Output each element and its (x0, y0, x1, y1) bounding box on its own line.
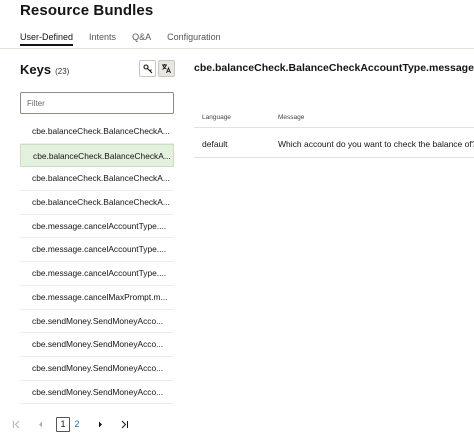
create-key-button[interactable] (139, 60, 156, 77)
key-list: cbe.balanceCheck.BalanceCheckA... cbe.ba… (20, 120, 174, 405)
tab-configuration[interactable]: Configuration (167, 30, 221, 46)
key-list-item[interactable]: cbe.balanceCheck.BalanceCheckA... (20, 120, 174, 144)
tab-bar: User-Defined Intents Q&A Configuration (20, 30, 221, 50)
key-list-item[interactable]: cbe.sendMoney.SendMoneyAcco... (20, 381, 174, 405)
detail-title: cbe.balanceCheck.BalanceCheckAccountType… (194, 62, 474, 74)
keys-title: Keys (20, 62, 52, 77)
key-list-item[interactable]: cbe.message.cancelMaxPrompt.m... (20, 286, 174, 310)
key-list-item-selected[interactable]: cbe.balanceCheck.BalanceCheckA... (20, 143, 174, 168)
key-list-item[interactable]: cbe.message.cancelAccountType.... (20, 238, 174, 263)
key-list-item[interactable]: cbe.sendMoney.SendMoneyAcco... (20, 333, 174, 357)
keys-count: (23) (55, 67, 70, 76)
key-list-item[interactable]: cbe.message.cancelAccountType.... (20, 262, 174, 286)
next-page-icon[interactable] (92, 416, 108, 432)
filter-input[interactable] (20, 92, 174, 114)
tab-intents[interactable]: Intents (89, 30, 116, 46)
keys-panel: Keys (23) cbe.balanceCheck.BalanceCheckA… (20, 48, 176, 440)
messages-table-header: Language Message (194, 110, 474, 128)
language-column-header: Language (202, 114, 231, 121)
message-column-header: Message (278, 114, 305, 121)
key-list-item[interactable]: cbe.balanceCheck.BalanceCheckA... (20, 167, 174, 192)
translate-button[interactable] (158, 60, 175, 77)
page-title: Resource Bundles (20, 2, 154, 19)
message-cell: Which account do you want to check the b… (278, 139, 474, 149)
key-list-item[interactable]: cbe.balanceCheck.BalanceCheckA... (20, 191, 174, 215)
keys-header: Keys (23) (20, 62, 69, 77)
page-1-button[interactable]: 1 (56, 416, 70, 432)
pagination: 1 2 (8, 416, 132, 432)
table-row[interactable]: default Which account do you want to che… (194, 130, 474, 158)
last-page-icon[interactable] (116, 416, 132, 432)
key-list-item[interactable]: cbe.message.cancelAccountType.... (20, 215, 174, 239)
key-icon (142, 63, 152, 73)
page-2-button[interactable]: 2 (70, 416, 84, 432)
tab-qna[interactable]: Q&A (132, 30, 151, 46)
previous-page-icon[interactable] (32, 416, 48, 432)
translate-icon (162, 64, 171, 74)
language-cell: default (202, 139, 228, 149)
first-page-icon[interactable] (8, 416, 24, 432)
tab-user-defined[interactable]: User-Defined (20, 30, 74, 46)
key-list-item[interactable]: cbe.sendMoney.SendMoneyAcco... (20, 310, 174, 334)
key-list-item[interactable]: cbe.sendMoney.SendMoneyAcco... (20, 357, 174, 381)
